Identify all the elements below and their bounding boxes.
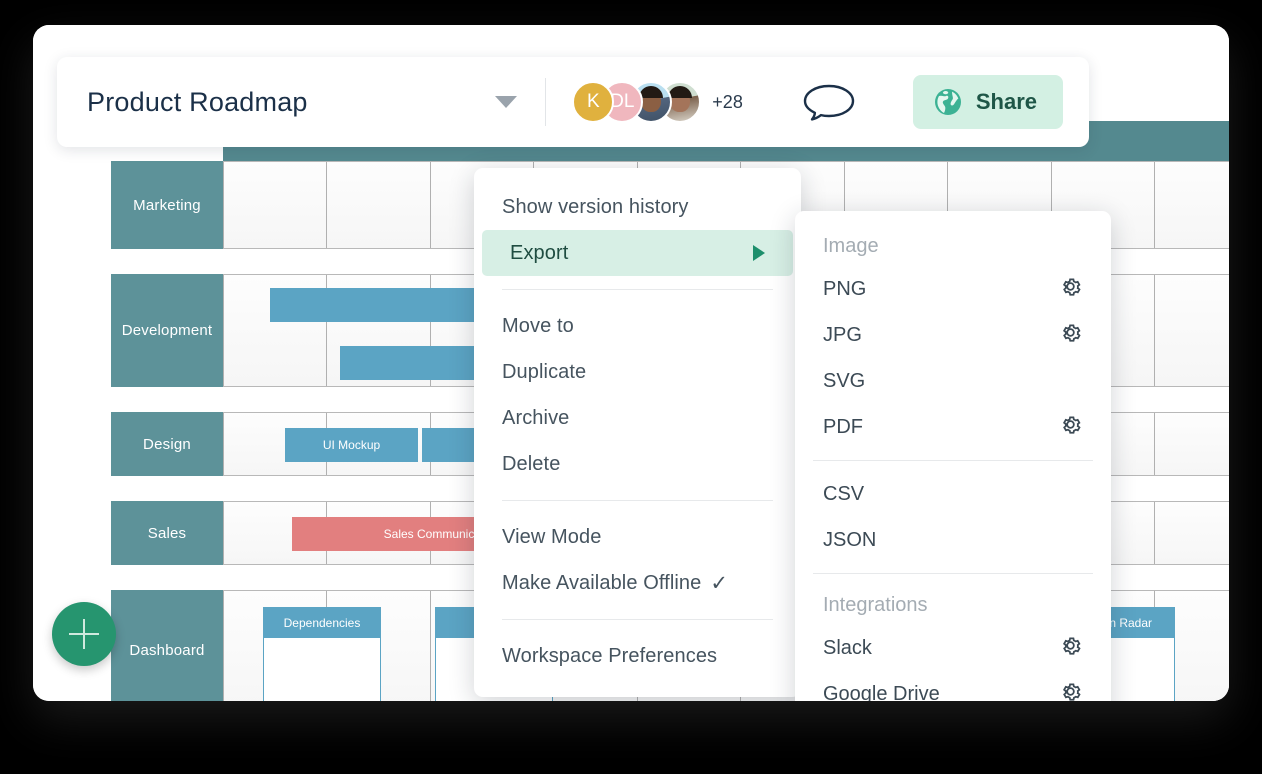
gantt-task-box[interactable]: Dependencies bbox=[263, 607, 381, 701]
gear-icon[interactable] bbox=[1058, 274, 1083, 305]
menu-separator bbox=[502, 500, 773, 501]
screenshot-stage: Marketing Development Design UI Mockup S… bbox=[0, 0, 1262, 774]
submenu-item-label: Slack bbox=[823, 636, 872, 659]
page-title: Product Roadmap bbox=[87, 86, 308, 117]
submenu-item-csv[interactable]: CSV bbox=[795, 471, 1111, 517]
submenu-item-label: CSV bbox=[823, 482, 865, 505]
gear-icon[interactable] bbox=[1058, 679, 1083, 702]
document-header: Product Roadmap K DL +28 Share bbox=[57, 57, 1089, 147]
chevron-right-icon bbox=[753, 245, 765, 261]
gantt-task-label: Dependencies bbox=[264, 608, 380, 638]
add-button[interactable] bbox=[52, 602, 116, 666]
gantt-row-label: Development bbox=[111, 274, 223, 387]
submenu-item-label: Google Drive bbox=[823, 682, 940, 702]
submenu-item-png[interactable]: PNG bbox=[795, 266, 1111, 312]
comment-bubble-icon bbox=[803, 84, 855, 121]
menu-separator bbox=[502, 619, 773, 620]
menu-item-duplicate[interactable]: Duplicate bbox=[474, 349, 801, 395]
app-window: Marketing Development Design UI Mockup S… bbox=[33, 25, 1229, 701]
avatar[interactable]: K bbox=[572, 81, 615, 123]
share-button[interactable]: Share bbox=[912, 75, 1063, 129]
submenu-item-label: JPG bbox=[823, 323, 862, 346]
header-divider bbox=[545, 78, 547, 126]
avatar-overflow-count: +28 bbox=[712, 91, 743, 112]
menu-item-label: Duplicate bbox=[502, 360, 587, 383]
gantt-row-label: Design bbox=[111, 412, 223, 476]
gear-icon[interactable] bbox=[1058, 320, 1083, 351]
checkmark-icon: ✓ bbox=[710, 571, 729, 595]
submenu-item-label: SVG bbox=[823, 369, 866, 392]
menu-item-label: View Mode bbox=[502, 525, 602, 548]
menu-item-label: Workspace Preferences bbox=[502, 644, 718, 667]
submenu-separator bbox=[813, 573, 1093, 574]
avatar-initials: K bbox=[586, 91, 600, 112]
submenu-item-slack[interactable]: Slack bbox=[795, 625, 1111, 671]
submenu-item-label: PDF bbox=[823, 415, 863, 438]
comments-button[interactable] bbox=[801, 81, 857, 123]
menu-item-label: Show version history bbox=[502, 195, 689, 218]
menu-item-label: Move to bbox=[502, 314, 574, 337]
gantt-row-label: Dashboard bbox=[111, 590, 223, 701]
avatar-photo-hair bbox=[668, 86, 693, 98]
globe-icon bbox=[934, 89, 961, 115]
document-menu-button[interactable] bbox=[467, 96, 545, 108]
gantt-row-label: Marketing bbox=[111, 161, 223, 249]
collaborator-avatars[interactable]: K DL +28 bbox=[572, 81, 743, 123]
submenu-item-label: PNG bbox=[823, 277, 867, 300]
menu-separator bbox=[502, 289, 773, 290]
menu-item-view-mode[interactable]: View Mode bbox=[474, 514, 801, 560]
menu-item-make-available-offline[interactable]: Make Available Offline ✓ bbox=[474, 560, 801, 606]
menu-item-move-to[interactable]: Move to bbox=[474, 303, 801, 349]
menu-item-label: Archive bbox=[502, 406, 570, 429]
menu-item-archive[interactable]: Archive bbox=[474, 395, 801, 441]
submenu-item-google-drive[interactable]: Google Drive bbox=[795, 671, 1111, 701]
share-button-label: Share bbox=[975, 89, 1037, 114]
submenu-item-json[interactable]: JSON bbox=[795, 517, 1111, 563]
submenu-item-pdf[interactable]: PDF bbox=[795, 404, 1111, 450]
menu-item-label: Export bbox=[510, 241, 569, 264]
menu-item-label: Delete bbox=[502, 452, 561, 475]
chevron-down-icon bbox=[495, 96, 518, 108]
gear-icon[interactable] bbox=[1058, 412, 1083, 443]
export-submenu: Image PNG JPG SVG PDF CSV JSON Integrati… bbox=[795, 211, 1111, 701]
gantt-task-bar[interactable]: UI Mockup bbox=[285, 428, 418, 462]
menu-item-delete[interactable]: Delete bbox=[474, 441, 801, 487]
submenu-separator bbox=[813, 460, 1093, 461]
menu-item-export[interactable]: Export bbox=[482, 230, 793, 276]
submenu-item-jpg[interactable]: JPG bbox=[795, 312, 1111, 358]
menu-item-workspace-preferences[interactable]: Workspace Preferences bbox=[474, 633, 801, 679]
submenu-group-image-label: Image bbox=[823, 235, 879, 257]
menu-item-show-version-history[interactable]: Show version history bbox=[474, 184, 801, 230]
submenu-item-label: JSON bbox=[823, 528, 877, 551]
gear-icon[interactable] bbox=[1058, 633, 1083, 664]
submenu-group-integrations-label: Integrations bbox=[823, 594, 928, 616]
submenu-item-svg[interactable]: SVG bbox=[795, 358, 1111, 404]
gantt-row-label: Sales bbox=[111, 501, 223, 565]
menu-item-label: Make Available Offline bbox=[502, 571, 702, 594]
avatar-photo-hair bbox=[639, 86, 664, 98]
document-context-menu: Show version history Export Move to Dupl… bbox=[474, 168, 801, 697]
